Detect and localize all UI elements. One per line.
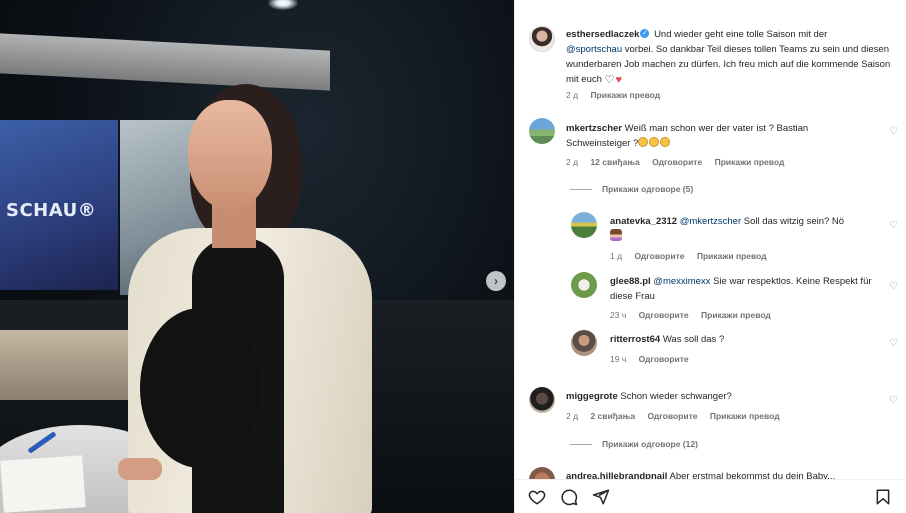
verified-icon: ✓ xyxy=(640,29,650,39)
comment-meta: 2 д 12 свиђања Одговорите Прикажи превод xyxy=(566,157,785,167)
caption-meta: 2 д Прикажи превод xyxy=(566,90,661,100)
reply-meta: 23 ч Одговорите Прикажи превод xyxy=(610,310,771,320)
reply-text: ritterrost64 Was soll das ? xyxy=(610,334,725,345)
likes-count[interactable]: 12 свиђања xyxy=(590,157,639,167)
laughing-emoji xyxy=(660,137,671,147)
heart-icon[interactable]: ♡ xyxy=(888,395,899,406)
white-heart-emoji: ♡ xyxy=(604,74,615,86)
bookmark-icon[interactable] xyxy=(874,488,892,506)
reply-text: anatevka_2312 @mkertzscher Soll das witz… xyxy=(610,214,880,244)
reply-mention[interactable]: @mkertzscher xyxy=(680,216,741,227)
heart-icon[interactable] xyxy=(528,488,546,506)
caption-avatar[interactable] xyxy=(529,26,555,52)
caption-translate-link[interactable]: Прикажи превод xyxy=(590,90,660,100)
screen-logo-text: SCHAU® xyxy=(6,200,97,221)
translate-link[interactable]: Прикажи превод xyxy=(701,310,771,320)
reply-avatar[interactable] xyxy=(571,212,597,238)
reply-button[interactable]: Одговорите xyxy=(639,354,689,364)
comment-avatar[interactable] xyxy=(529,118,555,144)
show-replies-button[interactable]: Прикажи одговоре (5) xyxy=(570,184,693,194)
reply-button[interactable]: Одговорите xyxy=(647,411,697,421)
reply-avatar[interactable] xyxy=(571,272,597,298)
comments-panel: esthersedlaczek ✓ Und wieder geht eine to… xyxy=(514,0,906,513)
heart-icon[interactable]: ♡ xyxy=(888,338,899,349)
share-icon[interactable] xyxy=(592,488,610,506)
heart-icon[interactable]: ♡ xyxy=(888,281,899,292)
next-arrow-icon[interactable]: › xyxy=(486,271,506,291)
caption-text: esthersedlaczek ✓ Und wieder geht eine to… xyxy=(566,29,891,86)
reply-meta: 19 ч Одговорите xyxy=(610,354,689,364)
instagram-post: SCHAU® › esthersedlaczek ✓ Und wieder geh… xyxy=(0,0,906,513)
show-replies-button[interactable]: Прикажи одговоре (12) xyxy=(570,439,698,449)
comment-meta: 2 д 2 свиђања Одговорите Прикажи превод xyxy=(566,411,780,421)
presenter-face xyxy=(188,100,272,210)
comment-username[interactable]: miggegrote xyxy=(566,391,618,402)
translate-link[interactable]: Прикажи превод xyxy=(715,157,785,167)
comment-avatar[interactable] xyxy=(529,387,555,413)
reply-username[interactable]: ritterrost64 xyxy=(610,334,660,345)
comment-text: miggegrote Schon wieder schwanger? xyxy=(566,391,732,402)
comment-username[interactable]: mkertzscher xyxy=(566,123,622,134)
comment-text: mkertzscher Weiß man schon wer der vater… xyxy=(566,123,809,149)
post-action-bar xyxy=(515,479,906,513)
comment-icon[interactable] xyxy=(560,488,578,506)
reply-username[interactable]: glee88.pl xyxy=(610,276,651,287)
reply-text: glee88.pl @mexximexx Sie war respektlos.… xyxy=(610,276,872,302)
reply-username[interactable]: anatevka_2312 xyxy=(610,216,677,227)
reply-button[interactable]: Одговорите xyxy=(639,310,689,320)
post-photo[interactable]: SCHAU® › xyxy=(0,0,514,513)
shrug-emoji xyxy=(610,229,622,241)
caption-mention[interactable]: @sportschau xyxy=(566,44,622,55)
reply-avatar[interactable] xyxy=(571,330,597,356)
reply-button[interactable]: Одговорите xyxy=(652,157,702,167)
reply-mention[interactable]: @mexximexx xyxy=(653,276,710,287)
reply-meta: 1 д Одговорите Прикажи превод xyxy=(610,251,767,261)
translate-link[interactable]: Прикажи превод xyxy=(710,411,780,421)
red-heart-emoji: ♥ xyxy=(615,74,623,86)
translate-link[interactable]: Прикажи превод xyxy=(697,251,767,261)
reply-button[interactable]: Одговорите xyxy=(634,251,684,261)
caption-username[interactable]: esthersedlaczek xyxy=(566,29,639,40)
laughing-emoji xyxy=(638,137,649,147)
heart-icon[interactable]: ♡ xyxy=(888,126,899,137)
heart-icon[interactable]: ♡ xyxy=(888,220,899,231)
presenter-figure xyxy=(110,78,372,513)
likes-count[interactable]: 2 свиђања xyxy=(590,411,635,421)
laughing-emoji xyxy=(649,137,660,147)
desk-paper xyxy=(0,455,86,513)
